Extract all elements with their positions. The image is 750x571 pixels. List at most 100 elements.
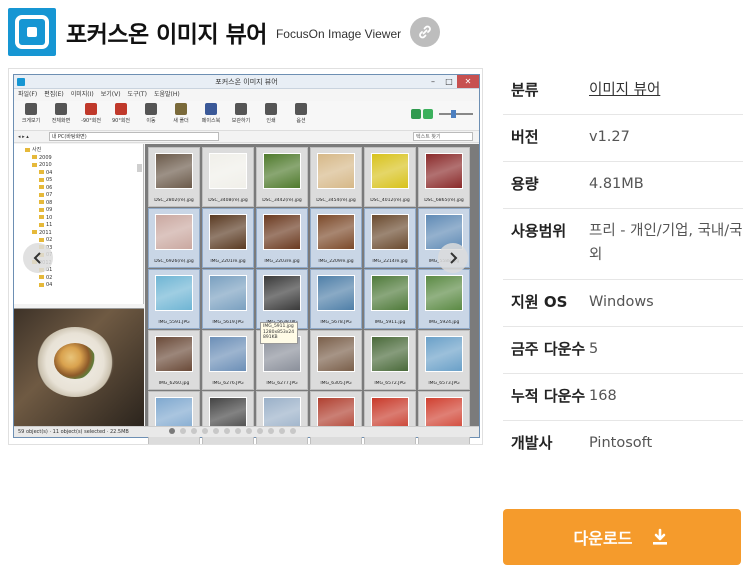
window-body: 사진20092010040506070809101120110203072012…	[14, 144, 479, 444]
thumbnail-cell: IMG_2214re.jpg	[364, 208, 416, 268]
thumbnail-cell: DSC_3454(re).jpg	[310, 147, 362, 207]
toolbar-label: 전체화면	[51, 118, 71, 124]
thumbnail-grid: DSC_2802(re).jpg DSC_3408(re).jpg DSC_3442…	[145, 144, 479, 444]
toolbar-button: 옵션	[288, 101, 314, 124]
carousel-dot[interactable]	[246, 428, 252, 434]
toolbar-button: 새 폴더	[168, 101, 194, 124]
carousel-dot[interactable]	[290, 428, 296, 434]
thumbnail-caption: IMG_6260.jpg	[158, 381, 190, 386]
thumbnail-caption: IMG_5924.jpg	[428, 320, 460, 325]
thumbnail-image	[209, 153, 247, 189]
info-label: 사용범위	[511, 222, 567, 240]
thumbnail-cell: IMG_5911.jpg	[364, 269, 416, 329]
info-row: 버전 v1.27	[503, 115, 743, 162]
thumbnail-image	[317, 275, 355, 311]
thumbnail-caption: IMG_2203re.jpg	[264, 259, 300, 264]
thumbnail-cell: IMG_2209re.jpg	[310, 208, 362, 268]
toolbar-label: 인쇄	[266, 118, 276, 124]
thumbnail-caption: IMG_5591.JPG	[158, 320, 190, 325]
app-info-table: 분류 이미지 뷰어 버전 v1.27 용량 4.81MB 사용범위 프리 - 개인/기업, 국…	[503, 68, 743, 467]
carousel-dot[interactable]	[235, 428, 241, 434]
tree-folder-item: 08	[18, 200, 143, 208]
carousel-next-button[interactable]	[438, 243, 468, 273]
toolbar-button: -90°회전	[78, 101, 104, 124]
info-label: 용량	[511, 175, 539, 193]
window-toolbar: 크게보기 전체화면 -90°회전 90°회전 이동 새 폴더 페이스북 보관하기 인쇄 옵션	[14, 101, 479, 131]
toolbar-icon	[25, 103, 37, 115]
thumbnail-cell: IMG_5678.JPG	[310, 269, 362, 329]
maximize-icon: □	[445, 77, 453, 86]
info-label: 버전	[511, 128, 539, 146]
info-row: 개발사 Pintosoft	[503, 421, 743, 467]
toolbar-button: 인쇄	[258, 101, 284, 124]
tree-folder-item: 10	[18, 215, 143, 223]
view-mode-icon	[411, 109, 421, 119]
menu-item: 도구(T)	[127, 91, 147, 98]
toolbar-button: 크게보기	[18, 101, 44, 124]
thumbnail-image	[425, 153, 463, 189]
thumbnail-caption: IMG_2214re.jpg	[372, 259, 408, 264]
carousel-dot[interactable]	[268, 428, 274, 434]
thumbnail-cell: IMG_6305.JPG	[310, 330, 362, 390]
thumbnail-image	[371, 336, 409, 372]
thumbnail-cell: IMG_6573.JPG	[418, 330, 470, 390]
download-button[interactable]: 다운로드	[503, 509, 741, 565]
tree-folder-item: 02	[18, 275, 143, 283]
tooltip-line: 891KB	[263, 335, 278, 340]
info-value: Windows	[589, 294, 654, 310]
thumbnail-caption: DSC_2802(re).jpg	[154, 198, 194, 203]
view-mode-icon	[423, 109, 433, 119]
thumbnail-image	[317, 336, 355, 372]
thumbnail-image	[155, 336, 193, 372]
window-controls: – □ ✕	[425, 75, 479, 88]
info-value: 4.81MB	[589, 176, 644, 192]
toolbar-label: 새 폴더	[173, 118, 189, 124]
thumbnail-image	[263, 153, 301, 189]
toolbar-icon	[55, 103, 67, 115]
menu-item: 편집(E)	[44, 91, 64, 98]
thumbnail-image	[317, 153, 355, 189]
carousel-dot[interactable]	[224, 428, 230, 434]
carousel-dots	[169, 428, 301, 434]
tree-scrollbar	[137, 164, 142, 172]
app-screenshot-window: 포커스온 이미지 뷰어 – □ ✕ 파일(F) 편집(E) 이미지(I) 보기(V) 도…	[13, 74, 480, 444]
thumbnail-caption: IMG_5911.jpg	[374, 320, 406, 325]
info-row: 사용범위 프리 - 개인/기업, 국내/국외	[503, 209, 743, 280]
app-header: 포커스온 이미지 뷰어 FocusOn Image Viewer	[8, 8, 748, 56]
folder-tree: 사진20092010040506070809101120110203072012…	[14, 144, 144, 304]
toolbar-button: 보관하기	[228, 101, 254, 124]
toolbar-icon	[205, 103, 217, 115]
carousel-dot[interactable]	[257, 428, 263, 434]
thumbnail-cell: DSC_3408(re).jpg	[202, 147, 254, 207]
carousel-dot[interactable]	[213, 428, 219, 434]
thumbnail-caption: IMG_6572.JPG	[374, 381, 406, 386]
thumbnail-image	[425, 336, 463, 372]
carousel-dot[interactable]	[180, 428, 186, 434]
thumbnail-caption: DSC_6926(re).jpg	[154, 259, 194, 264]
thumbnail-image	[155, 214, 193, 250]
info-value: Pintosoft	[589, 435, 653, 451]
share-link-button[interactable]	[410, 17, 441, 47]
carousel-dot[interactable]	[169, 428, 175, 434]
carousel-dot[interactable]	[202, 428, 208, 434]
thumbnail-image	[371, 214, 409, 250]
carousel-dot[interactable]	[191, 428, 197, 434]
category-link[interactable]: 이미지 뷰어	[589, 78, 743, 102]
toolbar-label: 이동	[146, 118, 156, 124]
thumbnail-cell: DSC_6865(re).jpg	[418, 147, 470, 207]
tree-folder-item: 05	[18, 177, 143, 185]
zoom-slider	[439, 110, 473, 118]
carousel-dot[interactable]	[279, 428, 285, 434]
info-row: 용량 4.81MB	[503, 162, 743, 209]
toolbar-icon	[295, 103, 307, 115]
tree-folder-item: 2011	[18, 230, 143, 238]
app-subtitle: FocusOn Image Viewer	[275, 27, 402, 41]
toolbar-icon	[145, 103, 157, 115]
toolbar-label: 90°회전	[111, 118, 131, 124]
info-row: 금주 다운수 5	[503, 327, 743, 374]
menu-item: 파일(F)	[18, 91, 38, 98]
thumbnail-image	[209, 214, 247, 250]
carousel-prev-button[interactable]	[23, 243, 53, 273]
thumbnail-caption: IMG_6276.JPG	[212, 381, 244, 386]
thumbnail-image	[155, 153, 193, 189]
